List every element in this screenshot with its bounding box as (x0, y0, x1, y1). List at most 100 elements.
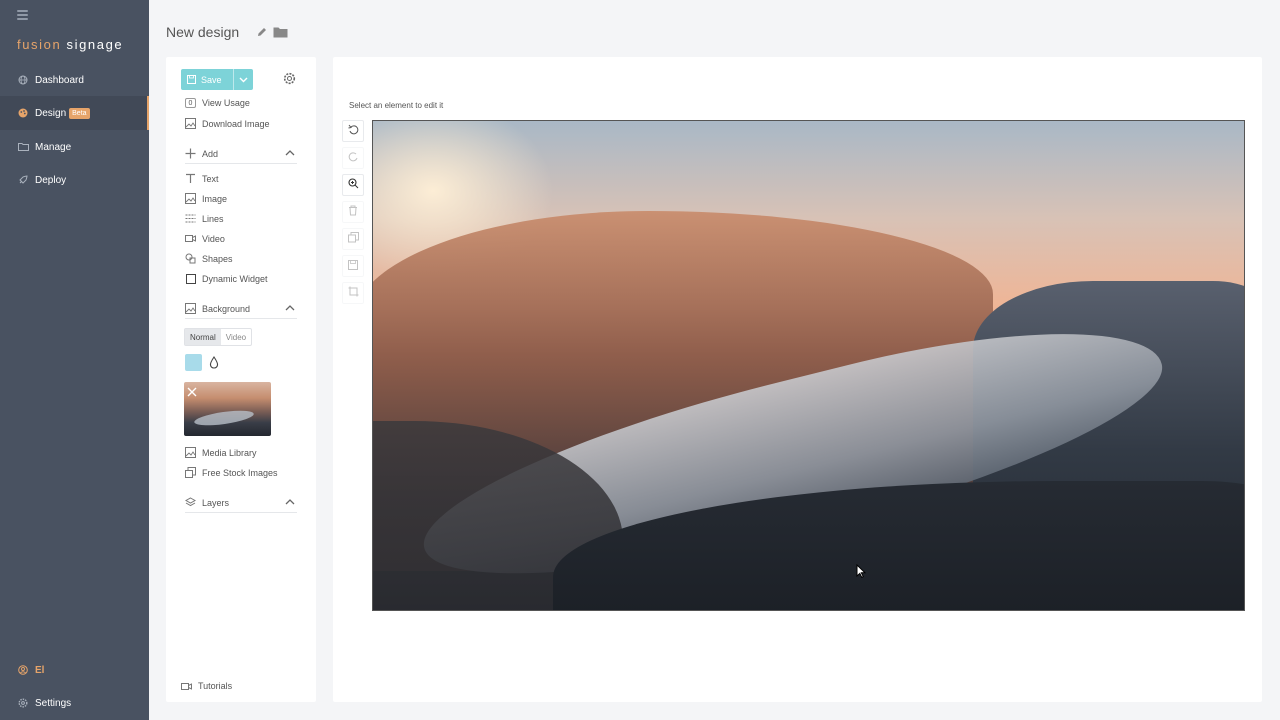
add-dynamic-widget-label: Dynamic Widget (202, 273, 268, 284)
mouse-cursor-icon (856, 563, 867, 583)
shapes-icon (185, 253, 196, 264)
save-label: Save (201, 74, 222, 85)
edit-pencil-icon[interactable] (256, 25, 268, 43)
video-camera-icon (185, 233, 196, 244)
background-mode-toggle: Normal Video (184, 328, 253, 346)
nav-item-dashboard[interactable]: Dashboard (0, 63, 149, 97)
video-camera-icon (181, 682, 192, 691)
save-disk-icon (187, 75, 196, 84)
chevron-up-icon[interactable] (285, 148, 295, 158)
chevron-up-icon[interactable] (285, 303, 295, 313)
add-section-header[interactable]: Add (185, 144, 297, 164)
palette-icon (18, 108, 28, 118)
nav-label-deploy: Deploy (35, 174, 67, 186)
nav-item-user[interactable]: El (0, 653, 149, 687)
user-name: El (35, 664, 45, 676)
globe-icon (18, 75, 28, 85)
download-image-label: Download Image (202, 118, 270, 129)
canvas-area: Select an element to edit it (333, 57, 1262, 702)
chevron-down-icon (239, 75, 248, 85)
title-actions (256, 25, 288, 43)
bg-mode-normal[interactable]: Normal (185, 329, 221, 345)
save-button[interactable]: Save (181, 69, 253, 90)
beta-badge: Beta (69, 107, 90, 119)
nav-item-settings[interactable]: Settings (0, 686, 149, 720)
media-library-label: Media Library (202, 447, 257, 458)
brand-logo-part2: signage (66, 37, 124, 52)
user-icon (18, 665, 28, 675)
layers-section-label: Layers (202, 497, 230, 508)
add-image-label: Image (202, 193, 228, 204)
nav-item-design[interactable]: Design Beta (0, 96, 149, 130)
nav-label-design: Design (35, 107, 67, 119)
background-section-header[interactable]: Background (185, 299, 297, 319)
save-dropdown-toggle[interactable] (233, 69, 253, 90)
zoom-button[interactable] (342, 174, 364, 196)
page-title: New design (166, 24, 240, 40)
image-icon (185, 118, 196, 129)
add-text-item[interactable]: Text (185, 173, 219, 184)
background-color-swatch[interactable] (185, 354, 202, 371)
zoom-in-icon (347, 176, 359, 194)
redo-button[interactable] (342, 147, 364, 169)
folder-icon (18, 142, 29, 152)
add-image-item[interactable]: Image (185, 193, 227, 204)
undo-button[interactable] (342, 120, 364, 142)
background-section-label: Background (202, 303, 251, 314)
add-dynamic-widget-item[interactable]: Dynamic Widget (185, 273, 268, 284)
free-stock-images-link[interactable]: Free Stock Images (185, 467, 278, 478)
disk-icon (348, 257, 358, 275)
nav-item-manage[interactable]: Manage (0, 130, 149, 164)
tutorials-link[interactable]: Tutorials (181, 681, 232, 691)
redo-icon (348, 149, 359, 167)
rocket-icon (18, 175, 28, 185)
nav-label-settings: Settings (35, 697, 72, 709)
layers-section-header[interactable]: Layers (185, 493, 297, 513)
canvas-background-image[interactable] (372, 120, 1245, 611)
stock-images-icon (185, 467, 196, 478)
image-icon (185, 303, 196, 314)
trash-icon (348, 203, 358, 221)
image-icon (185, 447, 196, 458)
add-lines-item[interactable]: Lines (185, 213, 224, 224)
canvas-hint: Select an element to edit it (349, 101, 444, 110)
add-shapes-item[interactable]: Shapes (185, 253, 233, 264)
usage-count-box: 0 (185, 98, 196, 108)
crop-button[interactable] (342, 282, 364, 304)
design-panel: Save 0 View Usage Download Image Add Tex… (166, 57, 316, 702)
canvas-toolbar (342, 120, 364, 309)
bg-mode-video[interactable]: Video (221, 329, 251, 345)
nav-item-deploy[interactable]: Deploy (0, 163, 149, 197)
add-text-label: Text (202, 173, 219, 184)
folder-icon[interactable] (273, 25, 288, 43)
lines-icon (185, 213, 196, 224)
brand-logo[interactable]: fusion signage (17, 37, 123, 52)
add-video-item[interactable]: Video (185, 233, 225, 244)
save-element-button[interactable] (342, 255, 364, 277)
media-library-link[interactable]: Media Library (185, 447, 257, 458)
view-usage-label: View Usage (202, 98, 250, 108)
delete-button[interactable] (342, 201, 364, 223)
settings-icon (18, 698, 28, 708)
background-image-thumbnail[interactable] (184, 382, 271, 436)
add-video-label: Video (202, 233, 225, 244)
nav-label-manage: Manage (35, 141, 72, 153)
gear-icon[interactable] (283, 72, 296, 90)
widget-square-icon (185, 273, 196, 284)
tutorials-label: Tutorials (198, 681, 233, 691)
add-lines-label: Lines (202, 213, 224, 224)
free-stock-images-label: Free Stock Images (202, 467, 278, 478)
brand-logo-part1: fusion (17, 37, 62, 52)
view-usage-link[interactable]: 0 View Usage (185, 98, 250, 108)
color-dropper-icon[interactable] (209, 356, 219, 374)
undo-icon (347, 122, 359, 140)
layers-icon (185, 497, 196, 508)
crop-icon (348, 284, 359, 302)
remove-background-icon[interactable] (187, 384, 197, 402)
duplicate-button[interactable] (342, 228, 364, 250)
sidebar: fusion signage Dashboard Design Beta Man… (0, 0, 149, 720)
download-image-link[interactable]: Download Image (185, 118, 270, 129)
chevron-up-icon[interactable] (285, 497, 295, 507)
menu-icon[interactable] (17, 10, 28, 20)
thumbnail-lake-shape (193, 407, 255, 429)
